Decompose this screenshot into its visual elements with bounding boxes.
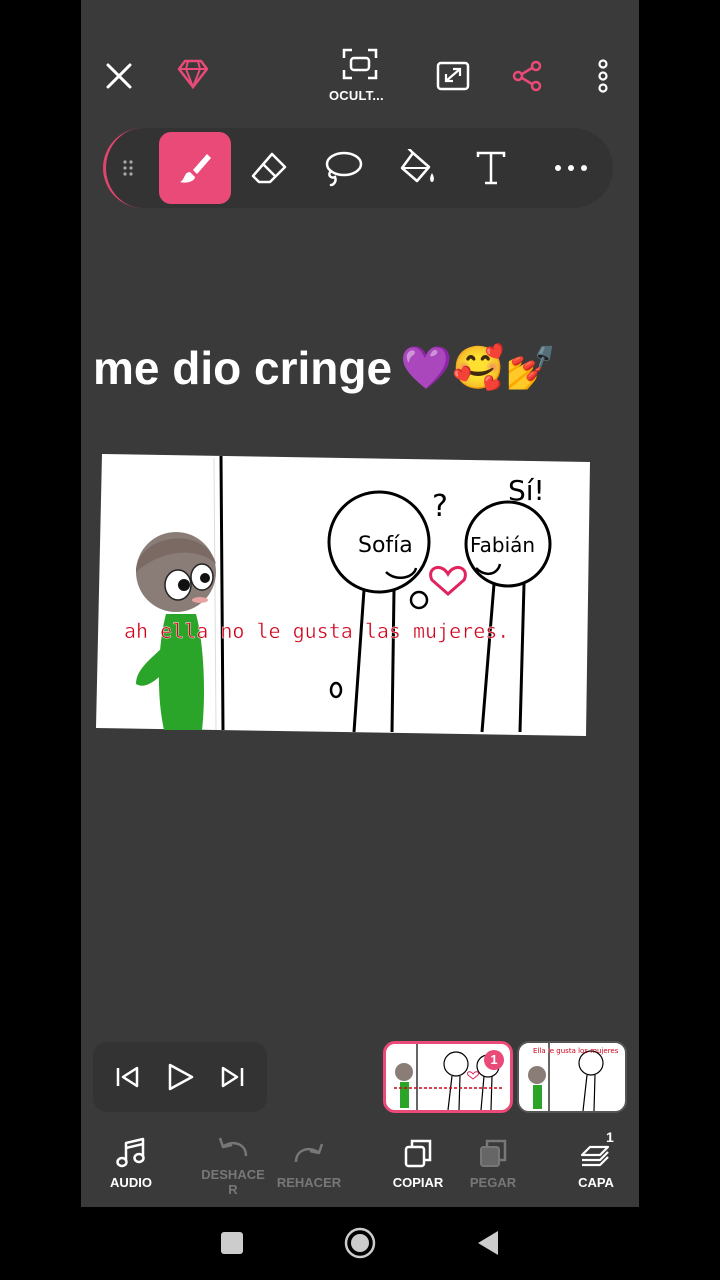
question-mark: ? [432, 489, 448, 524]
expand-icon [436, 61, 470, 91]
drawing-toolbar [103, 128, 613, 208]
recent-apps-button[interactable] [214, 1225, 250, 1261]
paste-label: PEGAR [469, 1175, 517, 1190]
close-button[interactable] [99, 56, 139, 96]
bottom-action-bar: AUDIO DESHACE R REHACER COPIAR PEGAR 1 C… [81, 1125, 639, 1207]
brush-tool-button[interactable] [159, 132, 231, 204]
back-triangle-icon [478, 1231, 498, 1255]
close-icon [106, 63, 132, 89]
drawing-canvas[interactable]: Sofía Fabián ? Sí! ah ella no le gusta l… [96, 454, 590, 736]
home-button[interactable] [342, 1225, 378, 1261]
eraser-icon [251, 152, 287, 184]
more-options-button[interactable] [583, 56, 623, 96]
fill-tool-button[interactable] [385, 136, 449, 200]
layer-count: 1 [606, 1129, 614, 1145]
last-frame-button[interactable] [209, 1054, 255, 1100]
copy-button[interactable]: COPIAR [378, 1125, 458, 1207]
frame-thumbnail-1[interactable]: 1 [383, 1041, 513, 1113]
share-icon [512, 60, 542, 92]
caption-text: me dio cringe 💜🥰💅 [93, 330, 639, 406]
audio-button[interactable]: AUDIO [91, 1125, 171, 1207]
fabian-name: Fabián [470, 533, 535, 557]
redo-icon [294, 1143, 324, 1163]
system-navigation-bar [0, 1207, 720, 1280]
caption-words: me dio cringe [93, 342, 393, 394]
text-icon [476, 151, 506, 185]
more-tools-button[interactable] [539, 136, 603, 200]
square-icon [221, 1232, 243, 1254]
undo-button[interactable]: DESHACE R [193, 1125, 273, 1207]
editor-screen: OCULT... me dio cringe 💜🥰💅 Sofía Fabián … [81, 0, 639, 1207]
undo-label: DESHACE R [201, 1167, 265, 1197]
skip-start-icon [116, 1066, 139, 1088]
sofia-name: Sofía [358, 533, 413, 558]
frame-2-caption: Ella le gusta los mujeres [533, 1047, 619, 1055]
redo-label: REHACER [276, 1175, 342, 1190]
fullscreen-focus-icon [342, 48, 378, 80]
canvas-drawing: Sofía Fabián ? Sí! ah ella no le gusta l… [96, 454, 590, 736]
lasso-tool-button[interactable] [311, 136, 375, 200]
music-note-icon [116, 1137, 145, 1168]
audio-label: AUDIO [110, 1175, 152, 1190]
home-circle-icon [344, 1227, 376, 1259]
diamond-icon [177, 59, 209, 89]
first-frame-button[interactable] [105, 1054, 151, 1100]
text-tool-button[interactable] [459, 136, 523, 200]
paste-button[interactable]: PEGAR [453, 1125, 533, 1207]
drag-grip-icon [122, 160, 133, 176]
brush-icon [180, 154, 211, 183]
frame-thumbnail-2[interactable]: Ella le gusta los mujeres [517, 1041, 627, 1113]
more-horizontal-icon [555, 165, 587, 171]
kebab-menu-icon [598, 59, 608, 93]
skip-end-icon [221, 1066, 244, 1088]
preview-button[interactable] [433, 56, 473, 96]
current-frame-badge: 1 [484, 1050, 504, 1070]
copy-label: COPIAR [392, 1175, 444, 1190]
paint-bucket-icon [400, 149, 434, 183]
undo-icon [218, 1137, 248, 1157]
caption-emojis: 💜🥰💅 [400, 343, 557, 391]
eraser-tool-button[interactable] [237, 136, 301, 200]
back-button[interactable] [470, 1225, 506, 1261]
play-icon [168, 1063, 194, 1091]
lasso-icon [325, 151, 363, 187]
copy-icon [404, 1139, 432, 1168]
hide-ui-label: OCULT... [329, 88, 384, 103]
toolbar-drag-handle[interactable] [103, 128, 149, 208]
layer-label: CAPA [578, 1175, 614, 1190]
paste-icon [480, 1139, 507, 1167]
play-button[interactable] [157, 1054, 203, 1100]
redo-button[interactable]: REHACER [269, 1125, 349, 1207]
layer-button[interactable]: 1 CAPA [556, 1125, 636, 1207]
drawing-subtitle: ah ella no le gusta las mujeres. [124, 619, 509, 643]
exclaim-text: Sí! [508, 474, 545, 507]
hide-ui-button[interactable]: OCULT... [325, 46, 395, 106]
frame-2-preview: Ella le gusta los mujeres [528, 1043, 619, 1111]
playback-controls [93, 1042, 267, 1112]
premium-button[interactable] [173, 54, 213, 94]
share-button[interactable] [507, 56, 547, 96]
